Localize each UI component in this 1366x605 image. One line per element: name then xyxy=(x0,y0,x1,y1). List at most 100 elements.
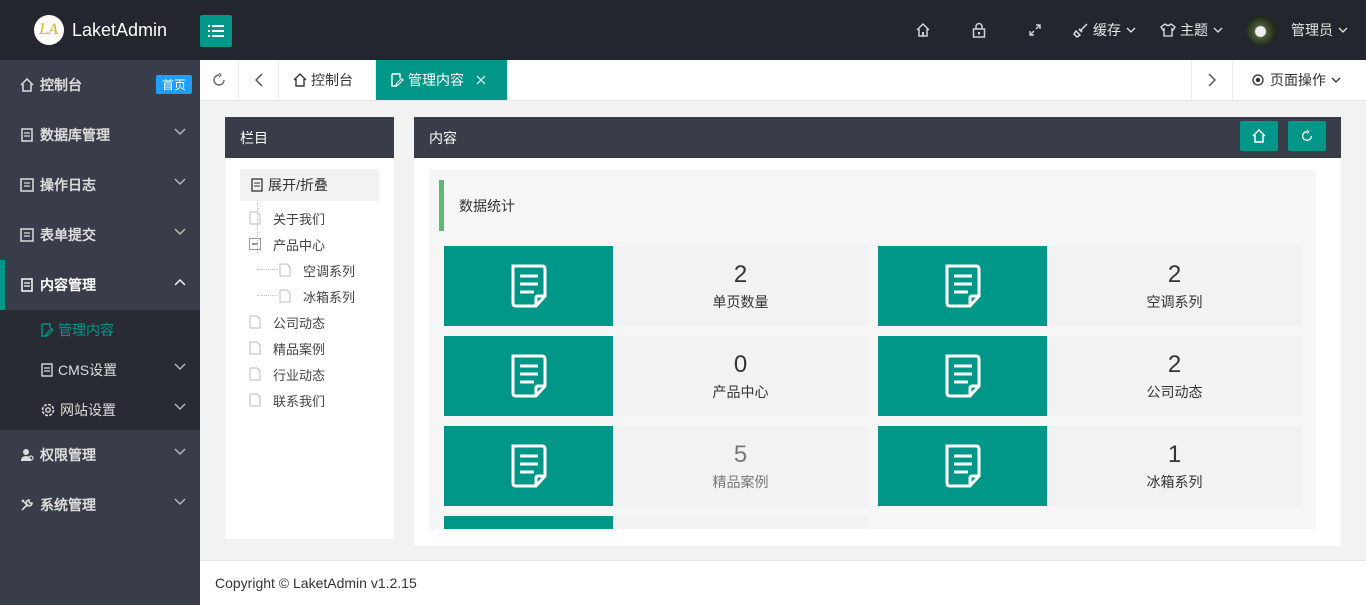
user-label: 管理员 xyxy=(1291,22,1333,38)
tab-dashboard[interactable]: 控制台 xyxy=(279,60,376,100)
sidebar-item-label: 操作日志 xyxy=(40,177,96,193)
expand-collapse-button[interactable]: 展开/折叠 xyxy=(240,169,379,201)
sidebar-item-label: 控制台 xyxy=(40,77,82,93)
tree-item[interactable]: 产品中心 xyxy=(249,231,394,257)
column-panel-title: 栏目 xyxy=(225,117,394,158)
form-icon xyxy=(20,228,34,242)
sidebar-item-logs[interactable]: 操作日志 xyxy=(0,160,200,210)
chevron-down-icon xyxy=(1331,77,1341,83)
app-title: LaketAdmin xyxy=(72,19,168,40)
sidebar-item-forms[interactable]: 表单提交 xyxy=(0,210,200,260)
stat-card[interactable]: 1 冰箱系列 xyxy=(878,426,1302,506)
tree-item-label: 空调系列 xyxy=(303,263,356,279)
chevron-down-icon xyxy=(1213,27,1223,33)
tree-item-label: 精品案例 xyxy=(273,341,326,357)
sidebar-item-label: 系统管理 xyxy=(40,497,96,513)
document-icon xyxy=(511,264,546,308)
file-icon xyxy=(279,263,291,277)
stat-card[interactable]: 5 精品案例 xyxy=(444,426,868,506)
tab-bar: 控制台 管理内容 页面操作 xyxy=(200,60,1366,101)
sidebar-subitem-label: 网站设置 xyxy=(60,402,116,418)
close-icon[interactable] xyxy=(476,75,486,85)
home-button[interactable] xyxy=(895,0,951,60)
tree-item[interactable]: 空调系列 xyxy=(249,257,394,283)
document-icon xyxy=(945,264,980,308)
home-icon xyxy=(916,22,930,37)
lock-icon xyxy=(972,22,986,38)
sidebar-item-database[interactable]: 数据库管理 xyxy=(0,110,200,160)
gear-icon xyxy=(41,403,55,417)
home-badge: 首页 xyxy=(155,75,192,94)
card-icon-block xyxy=(444,336,613,416)
avatar xyxy=(1247,15,1277,45)
sidebar: 控制台 首页 数据库管理 操作日志 表单提交 内容管理 管理内容 CMS设置 网… xyxy=(0,60,200,605)
cache-label: 缓存 xyxy=(1093,22,1121,38)
stat-value: 1 xyxy=(1167,441,1182,468)
sidebar-subitem-site-settings[interactable]: 网站设置 xyxy=(0,390,200,430)
sidebar-item-system[interactable]: 系统管理 xyxy=(0,480,200,530)
stat-card[interactable]: 2 公司动态 xyxy=(878,336,1302,416)
stats-area: 数据统计 2 单页数量 2 空调系列 0 产品中心 2 公司动态 5 精品案例 … xyxy=(429,170,1316,529)
tab-scroll-left-button[interactable] xyxy=(239,60,279,100)
tab-manage-content[interactable]: 管理内容 xyxy=(376,60,508,100)
lock-button[interactable] xyxy=(951,0,1007,60)
sidebar-subitem-manage-content[interactable]: 管理内容 xyxy=(0,310,200,350)
category-tree: 关于我们 产品中心 空调系列 冰箱系列 公司动态 精品案例 行业动态 联系我们 xyxy=(225,201,394,413)
stat-label: 单页数量 xyxy=(712,294,769,310)
logo[interactable]: LA LaketAdmin xyxy=(0,0,200,60)
theme-label: 主题 xyxy=(1180,22,1208,38)
menu-toggle-button[interactable] xyxy=(200,15,232,47)
page-operations-menu[interactable]: 页面操作 xyxy=(1232,60,1366,100)
cache-menu[interactable]: 缓存 xyxy=(1063,0,1150,60)
stat-label: 精品案例 xyxy=(712,474,769,490)
file-icon xyxy=(249,341,261,355)
document-icon xyxy=(41,363,53,377)
stat-card[interactable]: 2 空调系列 xyxy=(878,246,1302,326)
top-header: LA LaketAdmin 缓存 主题 管理员 xyxy=(0,0,1366,60)
stat-card-partial[interactable] xyxy=(444,516,868,529)
tree-item[interactable]: 关于我们 xyxy=(249,205,394,231)
tree-item-label: 联系我们 xyxy=(273,393,326,409)
refresh-tab-button[interactable] xyxy=(200,60,239,100)
sidebar-item-label: 权限管理 xyxy=(40,447,96,463)
user-menu[interactable]: 管理员 xyxy=(1237,0,1366,60)
page-ops-label: 页面操作 xyxy=(1270,72,1326,88)
sidebar-subitem-cms-settings[interactable]: CMS设置 xyxy=(0,350,200,390)
document-icon xyxy=(945,444,980,488)
card-icon-block xyxy=(444,516,613,529)
log-icon xyxy=(20,178,34,192)
tree-item[interactable]: 行业动态 xyxy=(249,361,394,387)
file-icon xyxy=(279,289,291,303)
list-icon xyxy=(208,25,224,37)
stat-label: 空调系列 xyxy=(1146,294,1203,310)
card-icon-block xyxy=(878,426,1047,506)
document-icon xyxy=(945,354,980,398)
tab-scroll-right-button[interactable] xyxy=(1191,60,1232,100)
tree-item-label: 冰箱系列 xyxy=(303,289,356,305)
theme-menu[interactable]: 主题 xyxy=(1150,0,1237,60)
tree-item[interactable]: 精品案例 xyxy=(249,335,394,361)
database-icon xyxy=(21,128,33,142)
sidebar-item-permissions[interactable]: 权限管理 xyxy=(0,430,200,480)
fullscreen-button[interactable] xyxy=(1007,0,1063,60)
sidebar-item-content[interactable]: 内容管理 xyxy=(0,260,200,310)
sidebar-item-dashboard[interactable]: 控制台 首页 xyxy=(0,60,200,110)
stat-card[interactable]: 2 单页数量 xyxy=(444,246,868,326)
content-panel: 内容 数据统计 2 单页数量 2 空调系列 0 产品中心 2 公司动态 5 精品… xyxy=(414,117,1341,546)
tree-item-label: 产品中心 xyxy=(273,237,326,253)
home-icon xyxy=(20,78,34,92)
logo-mark: LA xyxy=(34,15,64,45)
tree-connector xyxy=(257,203,258,253)
home-button[interactable] xyxy=(1240,121,1278,151)
tree-item[interactable]: 公司动态 xyxy=(249,309,394,335)
tree-item-label: 行业动态 xyxy=(273,367,326,383)
tree-item[interactable]: 冰箱系列 xyxy=(249,283,394,309)
home-icon xyxy=(293,73,307,87)
card-icon-block xyxy=(878,336,1047,416)
collapse-icon[interactable] xyxy=(249,238,261,250)
tree-item[interactable]: 联系我们 xyxy=(249,387,394,413)
stat-card[interactable]: 0 产品中心 xyxy=(444,336,868,416)
file-icon xyxy=(249,367,261,381)
sidebar-submenu: 管理内容 CMS设置 网站设置 xyxy=(0,310,200,430)
refresh-button[interactable] xyxy=(1288,121,1326,151)
